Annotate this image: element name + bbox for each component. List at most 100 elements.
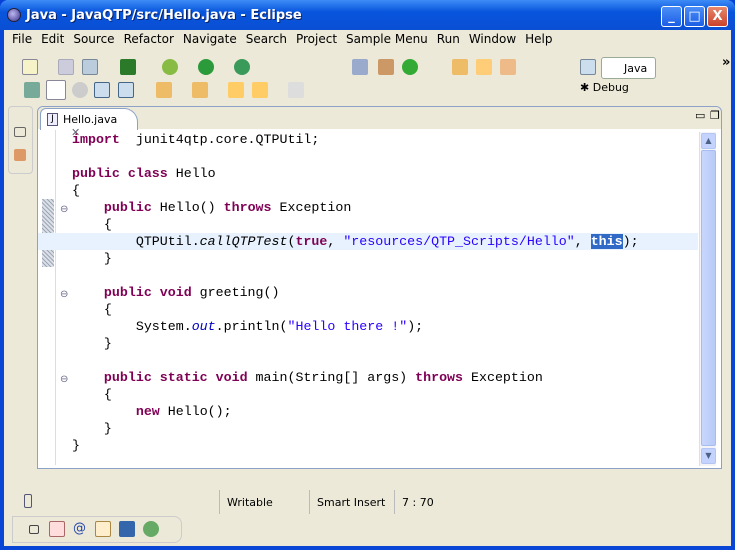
vertical-scrollbar[interactable]: ▲ ▼ <box>699 132 716 466</box>
menu-bar: File Edit Source Refactor Navigate Searc… <box>8 30 558 49</box>
new-java-project-icon[interactable] <box>352 59 368 75</box>
open-folder-icon[interactable] <box>476 59 492 75</box>
restore-icon[interactable] <box>14 127 26 137</box>
previous-annotation-icon[interactable] <box>192 82 208 98</box>
menu-search[interactable]: Search <box>242 30 292 49</box>
hierarchy-view-icon[interactable] <box>14 149 26 161</box>
scroll-up-button[interactable]: ▲ <box>701 133 716 149</box>
minimize-editor-icon[interactable]: ▭ <box>695 109 705 122</box>
maximize-button[interactable]: □ <box>684 6 705 27</box>
code-token: this <box>590 234 623 249</box>
open-type-icon[interactable] <box>452 59 468 75</box>
fold-toggle-icon[interactable]: ⊖ <box>60 204 68 215</box>
code-token: new <box>135 404 160 419</box>
debug-perspective-button[interactable]: ✱ Debug <box>580 81 629 94</box>
next-annotation-icon[interactable] <box>156 82 172 98</box>
open-perspective-icon[interactable] <box>580 59 596 75</box>
tab-hello-java[interactable]: J Hello.java ✕ <box>40 108 138 139</box>
java-perspective-button[interactable]: Java <box>601 57 656 79</box>
code-token: Hello() <box>151 200 224 215</box>
print-icon[interactable] <box>82 59 98 75</box>
code-line: new Hello(); <box>72 403 698 420</box>
status-bar: Writable Smart Insert 7 : 70 <box>4 488 731 515</box>
code-token: } <box>72 438 80 453</box>
bottom-view-trim: @ <box>12 516 182 543</box>
code-line: System.out.println("Hello there !"); <box>72 318 698 335</box>
fast-view-icon[interactable] <box>24 494 32 508</box>
plugin-icon[interactable] <box>120 59 136 75</box>
code-token: { <box>72 302 112 317</box>
status-writable: Writable <box>219 490 309 514</box>
mark-occurrences-toggle[interactable] <box>46 80 66 100</box>
javadoc-view-icon[interactable]: @ <box>73 521 89 537</box>
fold-toggle-icon[interactable]: ⊖ <box>60 289 68 300</box>
fold-toggle-icon[interactable]: ⊖ <box>60 374 68 385</box>
menu-project[interactable]: Project <box>292 30 342 49</box>
tab-label: Hello.java <box>63 113 118 126</box>
menu-refactor[interactable]: Refactor <box>120 30 179 49</box>
new-icon[interactable] <box>22 59 38 75</box>
scroll-down-button[interactable]: ▼ <box>701 448 716 464</box>
menu-window[interactable]: Window <box>465 30 521 49</box>
minimize-button[interactable]: _ <box>661 6 682 27</box>
code-token: true <box>295 234 328 249</box>
code-token: , <box>574 234 591 249</box>
close-button[interactable]: X <box>707 6 728 27</box>
new-class-icon[interactable] <box>402 59 418 75</box>
external-tools-icon[interactable] <box>234 59 250 75</box>
console-view-icon[interactable] <box>119 521 135 537</box>
last-edit-location-icon[interactable] <box>228 82 244 98</box>
minimized-views-trim <box>8 106 33 174</box>
restore-icon[interactable] <box>29 525 39 534</box>
code-token: } <box>72 421 112 436</box>
code-line: } <box>72 250 698 267</box>
status-cursor-position: 7 : 70 <box>394 490 484 514</box>
menu-edit[interactable]: Edit <box>37 30 69 49</box>
editor-panel: J Hello.java ✕ ▭ ❐ ⊖ ⊖ ⊖ import junit4qt… <box>37 106 722 469</box>
menu-run[interactable]: Run <box>433 30 465 49</box>
toggle-breadcrumb-icon[interactable] <box>72 82 88 98</box>
code-line: { <box>72 182 698 199</box>
code-token: public void <box>103 285 192 300</box>
maximize-editor-icon[interactable]: ❐ <box>710 109 720 122</box>
code-line: public void greeting() <box>72 284 698 301</box>
show-whitespace-icon[interactable] <box>118 82 134 98</box>
forward-icon[interactable] <box>288 82 304 98</box>
window-title: Java - JavaQTP/src/Hello.java - Eclipse <box>26 8 302 23</box>
menu-help[interactable]: Help <box>521 30 557 49</box>
menu-navigate[interactable]: Navigate <box>179 30 242 49</box>
save-icon[interactable] <box>58 59 74 75</box>
code-token: "resources/QTP_Scripts/Hello" <box>343 234 575 249</box>
code-token: { <box>72 217 112 232</box>
code-line: } <box>72 335 698 352</box>
open-call-hierarchy-icon[interactable] <box>24 82 40 98</box>
scroll-thumb[interactable] <box>701 150 716 446</box>
java-file-icon: J <box>47 113 58 126</box>
new-package-icon[interactable] <box>378 59 394 75</box>
code-token: "Hello there !" <box>287 319 408 334</box>
progress-view-icon[interactable] <box>143 521 159 537</box>
code-line: } <box>72 437 698 454</box>
code-token: { <box>72 183 80 198</box>
more-perspectives-button[interactable]: » <box>722 55 730 70</box>
back-icon[interactable] <box>252 82 268 98</box>
code-editor[interactable]: import junit4qtp.core.QTPUtil; public cl… <box>38 131 698 466</box>
editor-tab-bar: J Hello.java ✕ ▭ ❐ <box>38 107 721 139</box>
debug-icon[interactable] <box>162 59 178 75</box>
menu-file[interactable]: File <box>8 30 37 49</box>
show-block-icon[interactable] <box>94 82 110 98</box>
menu-source[interactable]: Source <box>69 30 119 49</box>
run-icon[interactable] <box>198 59 214 75</box>
problems-view-icon[interactable] <box>49 521 65 537</box>
search-icon[interactable] <box>500 59 516 75</box>
menu-sample-menu[interactable]: Sample Menu <box>342 30 433 49</box>
declaration-view-icon[interactable] <box>95 521 111 537</box>
code-token: System. <box>72 319 192 334</box>
code-token: } <box>72 336 112 351</box>
code-line: public Hello() throws Exception <box>72 199 698 216</box>
code-token: out <box>191 319 216 334</box>
